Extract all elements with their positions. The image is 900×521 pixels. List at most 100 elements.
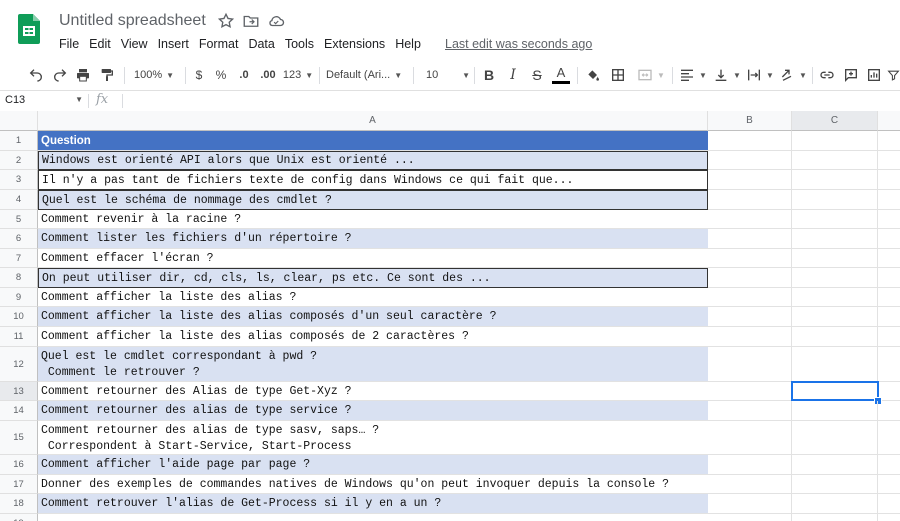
question-cell[interactable]: Comment retrouver l'alias de Get-Process… [38, 494, 708, 514]
cell-d[interactable] [878, 421, 900, 455]
row-header[interactable]: 16 [0, 455, 38, 475]
cell-b[interactable] [708, 382, 792, 401]
cell-d[interactable] [878, 268, 900, 288]
cell-c[interactable] [792, 475, 878, 494]
cell-c[interactable] [792, 401, 878, 421]
cell-b[interactable] [708, 151, 792, 170]
cell-b[interactable] [708, 131, 792, 151]
question-cell[interactable]: Comment retourner des alias de type serv… [38, 401, 708, 421]
cell-c[interactable] [792, 455, 878, 475]
cell-b[interactable] [708, 347, 792, 382]
question-cell[interactable]: Comment afficher la liste des alias comp… [38, 327, 708, 347]
cell-d[interactable] [878, 494, 900, 514]
header-cell[interactable]: Question [38, 131, 708, 151]
cell-b[interactable] [708, 475, 792, 494]
question-cell[interactable]: Il n'y a pas tant de fichiers texte de c… [38, 170, 708, 190]
document-title[interactable]: Untitled spreadsheet [59, 12, 206, 30]
text-rotation-icon[interactable]: ▼ [778, 60, 808, 90]
cell-b[interactable] [708, 249, 792, 268]
cell-d[interactable] [878, 347, 900, 382]
name-box[interactable]: C13 ▼ [5, 94, 83, 106]
menu-data[interactable]: Data [248, 37, 274, 51]
cell-b[interactable] [708, 210, 792, 229]
row-header[interactable]: 17 [0, 475, 38, 494]
strikethrough-icon[interactable]: S [528, 60, 546, 90]
cell-c[interactable] [792, 327, 878, 347]
cell-d[interactable] [878, 131, 900, 151]
cell-b[interactable] [708, 455, 792, 475]
question-cell[interactable]: Comment afficher l'aide page par page ? [38, 455, 708, 475]
vertical-align-icon[interactable]: ▼ [712, 60, 742, 90]
cell-d[interactable] [878, 210, 900, 229]
borders-icon[interactable] [608, 60, 628, 90]
undo-icon[interactable] [26, 60, 46, 90]
cell-c[interactable] [792, 249, 878, 268]
row-header[interactable]: 8 [0, 268, 38, 288]
cell-b[interactable] [708, 494, 792, 514]
increase-decimal-button[interactable]: .00 [258, 60, 278, 90]
menu-edit[interactable]: Edit [89, 37, 111, 51]
redo-icon[interactable] [50, 60, 70, 90]
cell-d[interactable] [878, 401, 900, 421]
cell-d[interactable] [878, 288, 900, 307]
row-header[interactable]: 12 [0, 347, 38, 382]
insert-comment-icon[interactable] [841, 60, 861, 90]
column-header-c[interactable]: C [792, 111, 878, 131]
menu-format[interactable]: Format [199, 37, 239, 51]
cell-c[interactable] [792, 514, 878, 521]
cell-c[interactable] [792, 307, 878, 327]
menu-help[interactable]: Help [395, 37, 421, 51]
cell-c[interactable] [792, 190, 878, 210]
question-cell[interactable]: On peut utiliser dir, cd, cls, ls, clear… [38, 268, 708, 288]
question-cell[interactable]: Comment afficher la liste des alias ? [38, 288, 708, 307]
row-header[interactable]: 2 [0, 151, 38, 170]
row-header[interactable]: 1 [0, 131, 38, 151]
italic-icon[interactable]: I [504, 60, 522, 90]
column-header-d[interactable] [878, 111, 900, 131]
question-cell[interactable]: Comment revenir à la racine ? [38, 210, 708, 229]
menu-insert[interactable]: Insert [158, 37, 189, 51]
question-cell[interactable]: Comment effacer l'écran ? [38, 249, 708, 268]
question-cell[interactable]: Comment retourner des Alias de type Get-… [38, 382, 708, 401]
cell-b[interactable] [708, 288, 792, 307]
cell-d[interactable] [878, 327, 900, 347]
question-cell[interactable]: Donner des exemples de commandes natives… [38, 475, 708, 494]
number-format-select[interactable]: 123 ▼ [282, 60, 314, 90]
cell-b[interactable] [708, 190, 792, 210]
row-header[interactable]: 9 [0, 288, 38, 307]
cell-d[interactable] [878, 455, 900, 475]
row-header[interactable]: 7 [0, 249, 38, 268]
menu-extensions[interactable]: Extensions [324, 37, 385, 51]
cell-d[interactable] [878, 190, 900, 210]
question-cell[interactable]: Windows est orienté API alors que Unix e… [38, 151, 708, 170]
formula-input[interactable] [130, 94, 890, 108]
row-header[interactable]: 6 [0, 229, 38, 249]
cell-b[interactable] [708, 307, 792, 327]
question-cell[interactable]: Comment retourner des alias de type sasv… [38, 421, 708, 455]
menu-view[interactable]: View [121, 37, 148, 51]
question-cell[interactable]: Comment afficher la liste des alias comp… [38, 307, 708, 327]
currency-format-button[interactable]: $ [192, 60, 206, 90]
row-header[interactable]: 11 [0, 327, 38, 347]
row-header[interactable]: 14 [0, 401, 38, 421]
question-cell[interactable]: Comment lister les fichiers d'un réperto… [38, 229, 708, 249]
star-icon[interactable] [217, 12, 235, 30]
cell-b[interactable] [708, 514, 792, 521]
cell-c[interactable] [792, 288, 878, 307]
row-header[interactable]: 10 [0, 307, 38, 327]
decrease-decimal-button[interactable]: .0 [236, 60, 252, 90]
filter-icon[interactable] [887, 60, 900, 90]
cell-c[interactable] [792, 494, 878, 514]
move-folder-icon[interactable] [242, 12, 260, 30]
insert-link-icon[interactable] [817, 60, 837, 90]
row-header[interactable]: 15 [0, 421, 38, 455]
cell-c[interactable] [792, 229, 878, 249]
cell-d[interactable] [878, 229, 900, 249]
insert-chart-icon[interactable] [864, 60, 884, 90]
cloud-status-icon[interactable] [267, 12, 285, 30]
percent-format-button[interactable]: % [214, 60, 228, 90]
cell-d[interactable] [878, 475, 900, 494]
last-edit-link[interactable]: Last edit was seconds ago [445, 37, 592, 51]
sheets-logo[interactable] [18, 14, 40, 44]
cell-c[interactable] [792, 210, 878, 229]
